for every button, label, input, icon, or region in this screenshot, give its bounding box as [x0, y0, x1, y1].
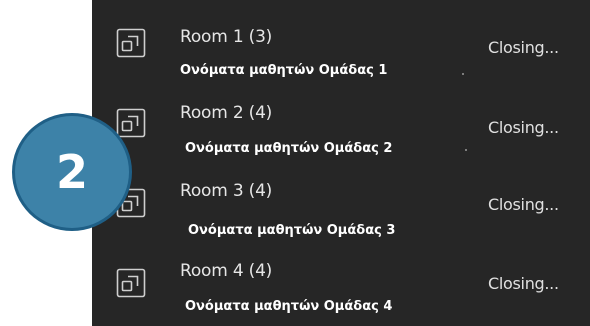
room-members: Ονόματα μαθητών Ομάδας 1	[180, 63, 388, 78]
artifact-dot	[462, 73, 464, 75]
room-item-4[interactable]: Room 4 (4) Ονόματα μαθητών Ομάδας 4 Clos…	[92, 240, 590, 320]
room-status: Closing...	[488, 195, 559, 214]
step-number: 2	[55, 145, 88, 199]
artifact-dot	[465, 149, 467, 151]
room-name: Room 2 (4)	[180, 103, 273, 123]
breakout-rooms-panel: Room 1 (3) Ονόματα μαθητών Ομάδας 1 Clos…	[92, 0, 590, 326]
room-item-3[interactable]: Room 3 (4) Ονόματα μαθητών Ομάδας 3 Clos…	[92, 160, 590, 240]
room-item-2[interactable]: Room 2 (4) Ονόματα μαθητών Ομάδας 2 Clos…	[92, 80, 590, 160]
room-status: Closing...	[488, 274, 559, 293]
room-item-1[interactable]: Room 1 (3) Ονόματα μαθητών Ομάδας 1 Clos…	[92, 0, 590, 80]
room-icon	[116, 28, 146, 58]
room-status: Closing...	[488, 38, 559, 57]
room-icon	[116, 268, 146, 298]
room-name: Room 3 (4)	[180, 181, 273, 201]
room-icon	[116, 108, 146, 138]
room-members: Ονόματα μαθητών Ομάδας 3	[188, 223, 396, 238]
step-number-badge: 2	[12, 113, 132, 231]
room-name: Room 1 (3)	[180, 27, 273, 47]
room-status: Closing...	[488, 118, 559, 137]
room-members: Ονόματα μαθητών Ομάδας 4	[185, 299, 393, 314]
room-name: Room 4 (4)	[180, 261, 273, 281]
room-members: Ονόματα μαθητών Ομάδας 2	[185, 141, 393, 156]
